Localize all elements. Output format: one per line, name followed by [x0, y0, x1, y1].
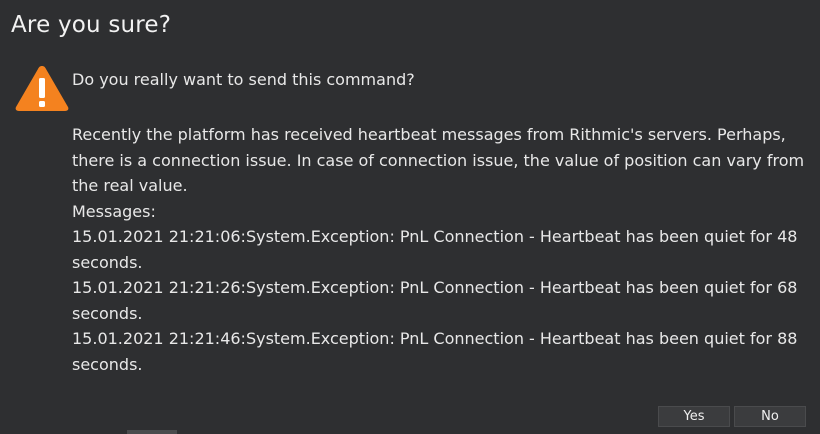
message-item: 15.01.2021 21:21:26:System.Exception: Pn…	[72, 278, 798, 323]
scrollbar-thumb[interactable]	[127, 430, 177, 434]
dialog-title: Are you sure?	[11, 12, 172, 38]
message-item: 15.01.2021 21:21:06:System.Exception: Pn…	[72, 227, 798, 272]
confirm-dialog: Are you sure? Do you really want to send…	[0, 0, 820, 434]
messages-label: Messages:	[72, 201, 156, 221]
dialog-question: Do you really want to send this command?	[72, 70, 415, 89]
message-item: 15.01.2021 21:21:46:System.Exception: Pn…	[72, 329, 798, 374]
dialog-body: Recently the platform has received heart…	[72, 122, 812, 377]
no-button[interactable]: No	[734, 406, 806, 427]
dialog-paragraph: Recently the platform has received heart…	[72, 125, 805, 195]
yes-button[interactable]: Yes	[658, 406, 730, 427]
warning-triangle-icon	[15, 66, 69, 111]
